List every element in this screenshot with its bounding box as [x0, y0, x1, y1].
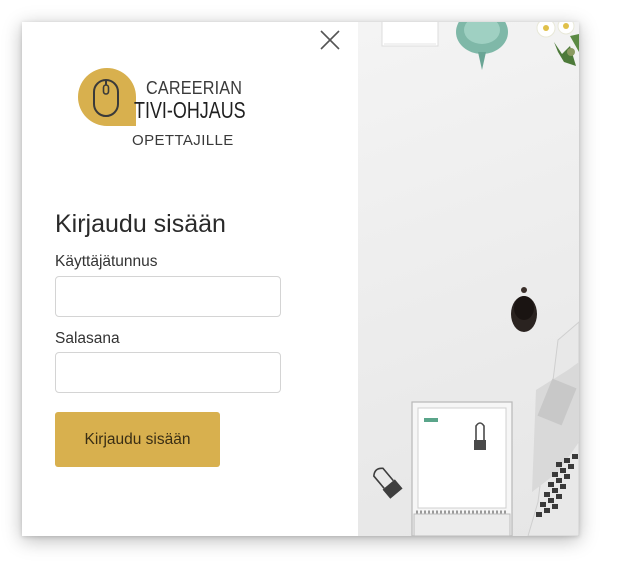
logo-text-opettajille: OPETTAJILLE — [132, 132, 234, 149]
close-icon — [320, 30, 340, 50]
logo-text-tivi-ohjaus: TIVI-OHJAUS — [134, 97, 246, 123]
decorative-desk-image — [358, 22, 579, 536]
login-form-panel: CAREERIAN TIVI-OHJAUS OPETTAJILLE Kirjau… — [22, 22, 358, 536]
login-button[interactable]: Kirjaudu sisään — [55, 412, 220, 467]
username-label: Käyttäjätunnus — [55, 253, 158, 270]
desk-photo-illustration — [373, 22, 579, 536]
password-label: Salasana — [55, 330, 120, 347]
password-input[interactable] — [55, 352, 281, 393]
login-dialog: CAREERIAN TIVI-OHJAUS OPETTAJILLE Kirjau… — [22, 22, 579, 536]
careeria-logo: CAREERIAN TIVI-OHJAUS OPETTAJILLE — [76, 66, 256, 156]
username-input[interactable] — [55, 276, 281, 317]
page-title: Kirjaudu sisään — [55, 210, 226, 238]
logo-text-careerian: CAREERIAN — [146, 78, 243, 98]
close-button[interactable] — [318, 28, 342, 52]
mouse-icon — [77, 68, 136, 126]
